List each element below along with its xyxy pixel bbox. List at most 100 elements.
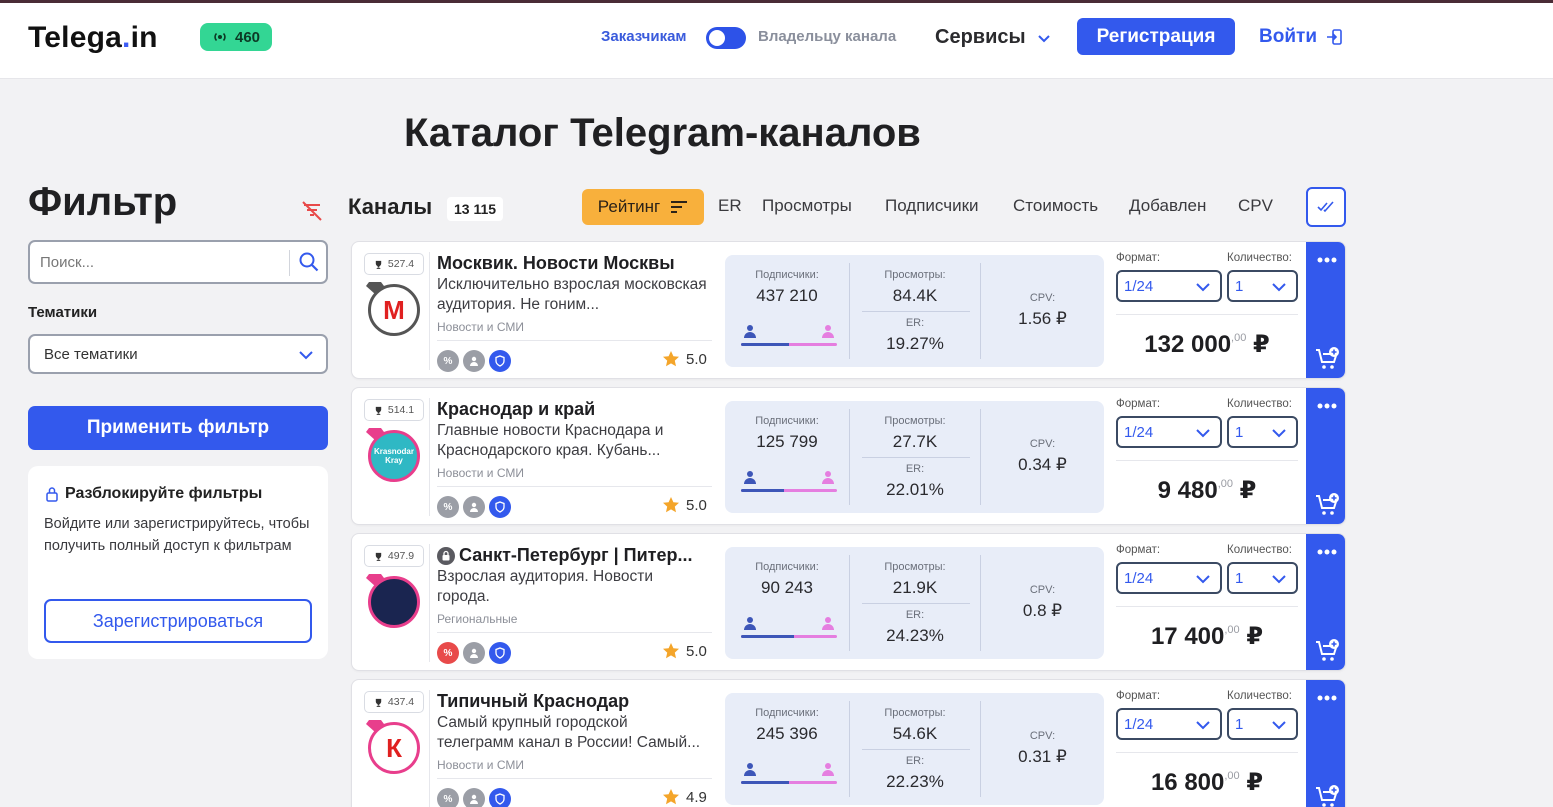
more-icon[interactable]: [1316, 694, 1338, 702]
channel-score: 5.0: [662, 642, 707, 660]
views-label: Просмотры:: [884, 707, 946, 719]
diamond-icon: [366, 282, 384, 294]
rating-value: 497.9: [387, 550, 415, 562]
login-icon: [1327, 29, 1342, 45]
cpv-value: 1.56 ₽: [1018, 309, 1067, 328]
channel-card[interactable]: 514.1 Krasnodar Kray Краснодар и край Гл…: [351, 387, 1346, 525]
cpv-value: 0.8 ₽: [1022, 601, 1063, 620]
verified-badge[interactable]: [489, 496, 511, 518]
signup-button[interactable]: Зарегистрироваться: [44, 599, 312, 643]
unlock-filters-card: Разблокируйте фильтры Войдите или зареги…: [28, 466, 328, 659]
role-owner-label[interactable]: Владельцу канала: [758, 28, 896, 45]
quantity-select[interactable]: 1: [1227, 562, 1298, 594]
audience-badge[interactable]: [463, 642, 485, 664]
format-select[interactable]: 1/24: [1116, 562, 1222, 594]
avatar-text: К: [386, 732, 402, 763]
channel-name[interactable]: Санкт-Петербург | Питер...: [437, 545, 712, 566]
discount-badge[interactable]: %: [437, 496, 459, 518]
register-button[interactable]: Регистрация: [1077, 18, 1235, 55]
rating-value: 527.4: [387, 258, 415, 270]
channel-name[interactable]: Москвик. Новости Москвы: [437, 253, 712, 274]
price-cents: ,00: [1217, 478, 1233, 490]
lock-icon: [46, 487, 58, 502]
logo[interactable]: Telega.in: [28, 21, 158, 55]
channel-card[interactable]: 497.9 Санкт-Петербург | Питер... Взросла…: [351, 533, 1346, 671]
audience-badge[interactable]: [463, 788, 485, 807]
quantity-label: Количество:: [1227, 398, 1292, 410]
sort-rating-button[interactable]: Рейтинг: [582, 189, 704, 225]
channel-card[interactable]: 527.4 М Москвик. Новости Москвы Исключит…: [351, 241, 1346, 379]
quantity-select[interactable]: 1: [1227, 708, 1298, 740]
sort-subscribers-option[interactable]: Подписчики: [885, 196, 979, 216]
format-label: Формат:: [1116, 544, 1161, 556]
topics-select[interactable]: Все тематики: [28, 334, 328, 374]
verified-badge[interactable]: [489, 788, 511, 807]
channel-description: Главные новости Краснодара и Краснодарск…: [437, 422, 664, 459]
channel-stats: Подписчики: 437 210 Просмотры: 84.4K ER:…: [725, 255, 1104, 367]
audience-badge[interactable]: [463, 350, 485, 372]
add-to-cart-icon[interactable]: [1314, 492, 1340, 518]
gender-bar: [741, 343, 837, 346]
channel-name[interactable]: Краснодар и край: [437, 399, 712, 420]
sort-views-option[interactable]: Просмотры: [762, 196, 852, 216]
cpv-stat: CPV: 1.56 ₽: [981, 255, 1104, 367]
online-count: 460: [235, 28, 261, 46]
price-value: 17 400: [1150, 623, 1225, 650]
discount-badge[interactable]: %: [437, 350, 459, 372]
sort-er-option[interactable]: ER: [718, 196, 742, 216]
channel-name[interactable]: Типичный Краснодар: [437, 691, 712, 712]
quantity-select[interactable]: 1: [1227, 270, 1298, 302]
add-to-cart-icon[interactable]: [1314, 638, 1340, 664]
more-icon[interactable]: [1316, 402, 1338, 410]
filter-reset-icon[interactable]: [300, 199, 324, 223]
format-select[interactable]: 1/24: [1116, 416, 1222, 448]
search-field[interactable]: [28, 240, 328, 284]
discount-badge[interactable]: %: [437, 642, 459, 664]
login-link[interactable]: Войти: [1259, 26, 1343, 48]
add-to-cart-icon[interactable]: [1314, 784, 1340, 807]
role-customers-label[interactable]: Заказчикам: [601, 28, 687, 45]
services-menu[interactable]: Сервисы: [935, 26, 1052, 49]
subscribers-stat: Подписчики: 245 396: [725, 693, 849, 805]
rating-badge: 497.9: [364, 545, 424, 567]
sort-cost-option[interactable]: Стоимость: [1013, 196, 1098, 216]
card-actions: [1306, 388, 1345, 524]
audience-badge[interactable]: [463, 496, 485, 518]
female-icon: [822, 325, 834, 338]
search-input[interactable]: [40, 251, 280, 273]
select-all-button[interactable]: [1306, 187, 1346, 227]
price-cents: ,00: [1224, 624, 1240, 636]
verified-badge[interactable]: [489, 350, 511, 372]
topics-label: Тематики: [28, 304, 98, 321]
channel-card[interactable]: 437.4 К Типичный Краснодар Самый крупный…: [351, 679, 1346, 807]
apply-filter-button[interactable]: Применить фильтр: [28, 406, 328, 450]
quantity-select[interactable]: 1: [1227, 416, 1298, 448]
user-check-icon: [470, 648, 478, 658]
sort-added-option[interactable]: Добавлен: [1129, 196, 1206, 216]
views-value: 54.6K: [892, 724, 938, 743]
views-er-stat: Просмотры: 54.6K ER: 22.23%: [850, 693, 980, 805]
er-label: ER:: [905, 755, 925, 767]
more-icon[interactable]: [1316, 548, 1338, 556]
user-check-icon: [470, 794, 478, 804]
subscribers-label: Подписчики:: [755, 561, 819, 573]
channel-category: Новости и СМИ: [437, 466, 524, 480]
format-select[interactable]: 1/24: [1116, 708, 1222, 740]
discount-badge[interactable]: %: [437, 788, 459, 807]
format-select[interactable]: 1/24: [1116, 270, 1222, 302]
more-icon[interactable]: [1316, 256, 1338, 264]
channel-category: Новости и СМИ: [437, 320, 524, 334]
channel-badges: %: [437, 350, 511, 372]
gender-bar: [741, 489, 837, 492]
format-value: 1/24: [1124, 569, 1154, 587]
role-toggle[interactable]: [706, 27, 746, 49]
verified-badge[interactable]: [489, 642, 511, 664]
sort-cpv-option[interactable]: CPV: [1238, 196, 1273, 216]
chevron-down-icon: [1196, 721, 1210, 730]
add-to-cart-icon[interactable]: [1314, 346, 1340, 372]
male-icon: [744, 617, 756, 630]
search-icon[interactable]: [298, 251, 320, 273]
quantity-value: 1: [1235, 423, 1244, 441]
quantity-value: 1: [1235, 277, 1244, 295]
price-currency: ₽: [1246, 769, 1264, 796]
